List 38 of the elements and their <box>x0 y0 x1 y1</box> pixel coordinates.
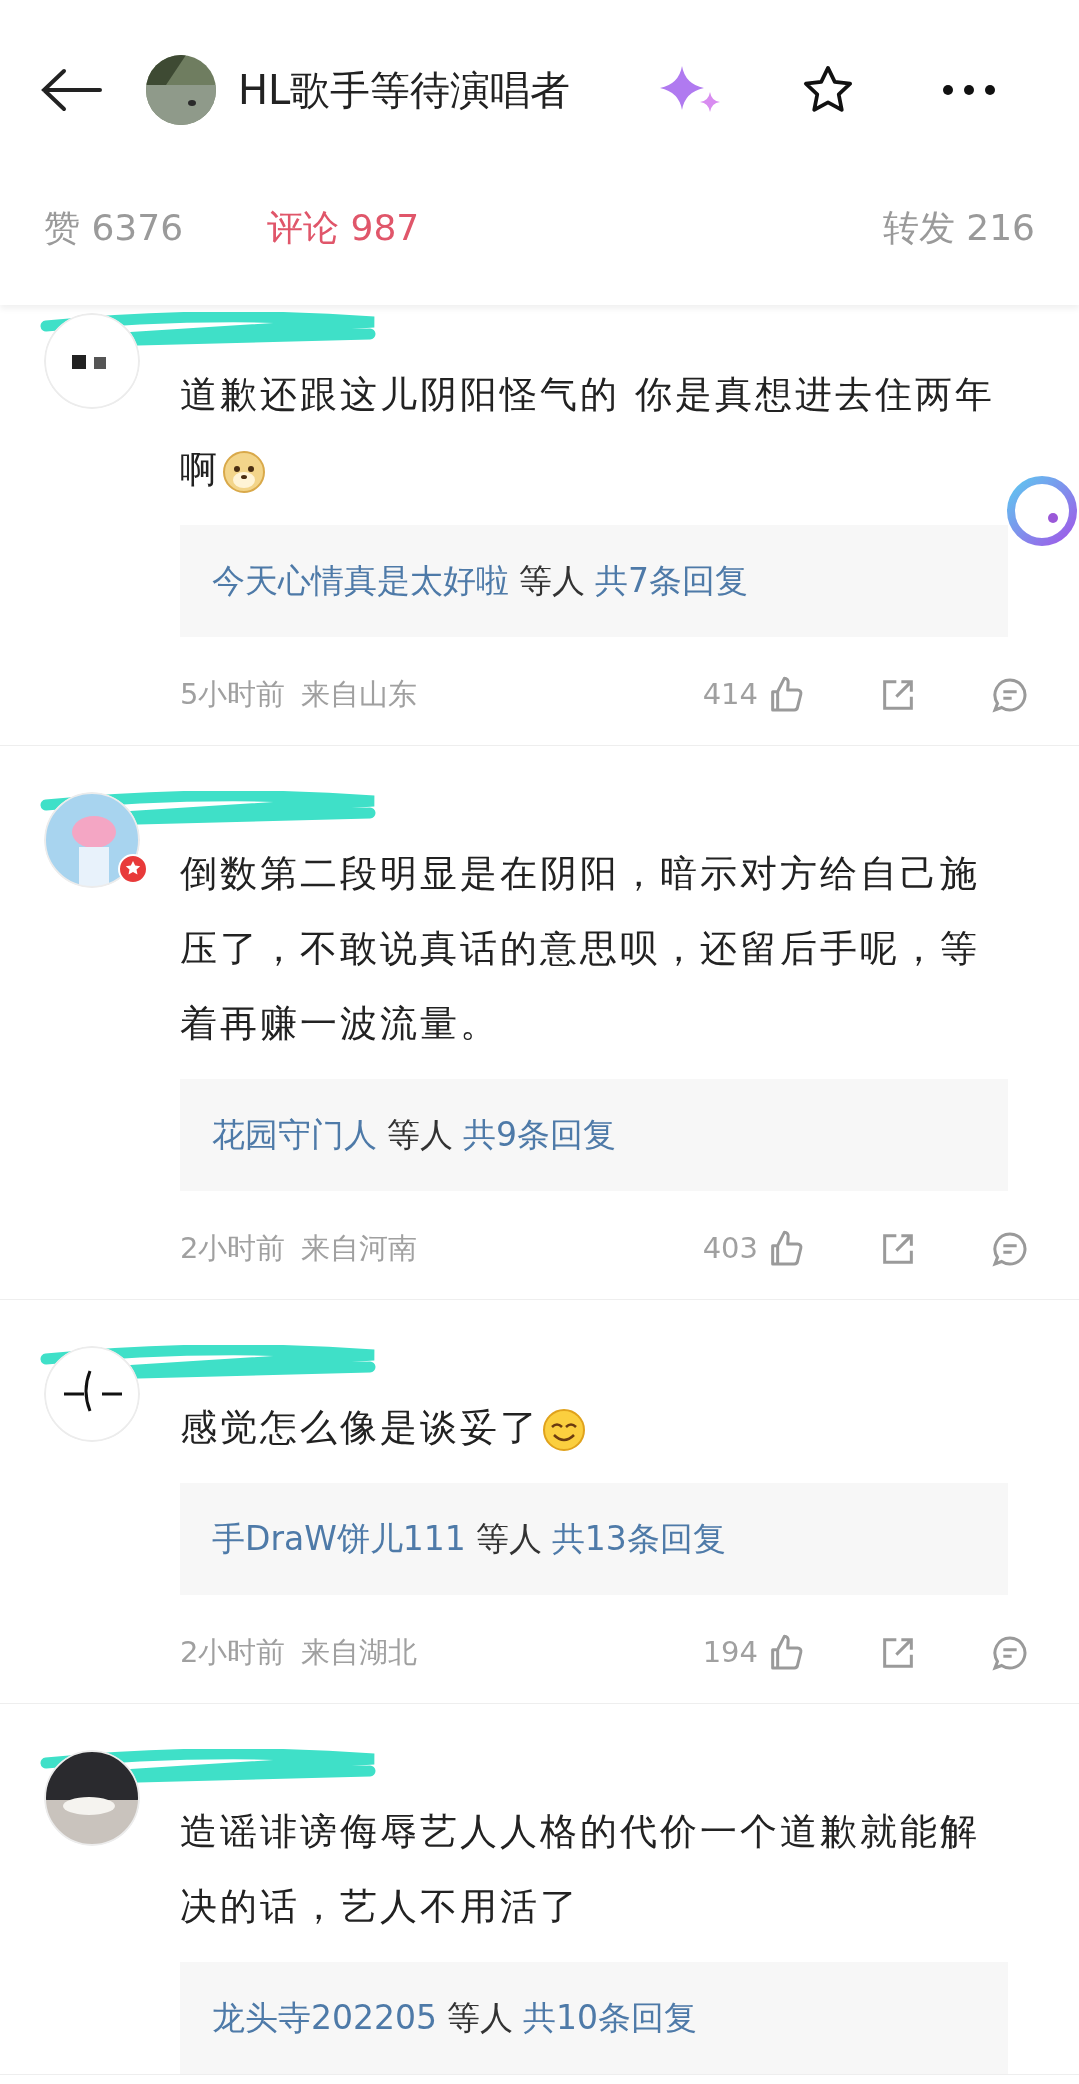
reply-text: 等人 <box>447 1997 513 2040</box>
reply-count[interactable]: 共13条回复 <box>551 1514 726 1564</box>
comment-text: 倒数第二段明显是在阴阳，暗示对方给自己施压了，不敢说真话的意思呗，还留后手呢，等着再赚一波流量。 <box>180 851 981 1047</box>
reply-count[interactable]: 共9条回复 <box>463 1110 616 1160</box>
reply-count[interactable]: 共10条回复 <box>523 1993 697 2043</box>
reply-preview[interactable]: 手DraW饼儿111 等人 共13条回复 <box>180 1483 1008 1595</box>
header-title: HL歌手等待演唱者 <box>238 66 571 115</box>
tab[interactable]: 转发 216 <box>882 200 1035 255</box>
reply-count[interactable]: 共7条回复 <box>595 556 748 606</box>
smile-emoji-icon <box>542 1407 586 1452</box>
comment-text: 感觉怎么像是谈妥了 <box>180 1390 1002 1465</box>
comment-location: 来自湖北 <box>301 1634 418 1672</box>
reply-text: 等人 <box>387 1114 453 1157</box>
comment-text: 造谣诽谤侮辱艺人人格的代价一个道歉就能解决的话，艺人不用活了 <box>180 1809 981 1930</box>
like-count: 403 <box>702 1230 758 1268</box>
reply-preview[interactable]: 今天心情真是太好啦 等人 共7条回复 <box>180 525 1008 637</box>
reply-preview[interactable]: 龙头寺202205 等人 共10条回复 <box>180 1962 1008 2074</box>
like-count: 194 <box>702 1634 758 1672</box>
tab[interactable]: 评论 987 <box>267 200 420 255</box>
comment-time: 2小时前 <box>180 1634 286 1672</box>
floating-assistant-icon[interactable] <box>1005 474 1079 548</box>
comment-location: 来自河南 <box>301 1230 418 1268</box>
dog-emoji-icon <box>222 449 266 494</box>
reply-users[interactable]: 手DraW饼儿111 <box>212 1514 466 1564</box>
reply-text: 等人 <box>475 1518 542 1561</box>
reply-users[interactable]: 龙头寺202205 <box>212 1993 437 2043</box>
more-icon[interactable] <box>941 83 998 97</box>
back-icon[interactable] <box>40 68 104 112</box>
comment-time: 5小时前 <box>180 676 286 714</box>
like-count: 414 <box>702 676 758 714</box>
comment-time: 2小时前 <box>180 1230 286 1268</box>
comment-location: 来自山东 <box>301 676 418 714</box>
comment-text: 道歉还跟这儿阴阳怪气的 你是真想进去住两年啊 <box>180 357 1002 507</box>
tab[interactable]: 赞 6376 <box>44 200 184 255</box>
reply-users[interactable]: 今天心情真是太好啦 <box>212 556 509 606</box>
reply-users[interactable]: 花园守门人 <box>212 1110 377 1160</box>
reply-preview[interactable]: 花园守门人 等人 共9条回复 <box>180 1079 1008 1191</box>
reply-text: 等人 <box>519 560 585 603</box>
